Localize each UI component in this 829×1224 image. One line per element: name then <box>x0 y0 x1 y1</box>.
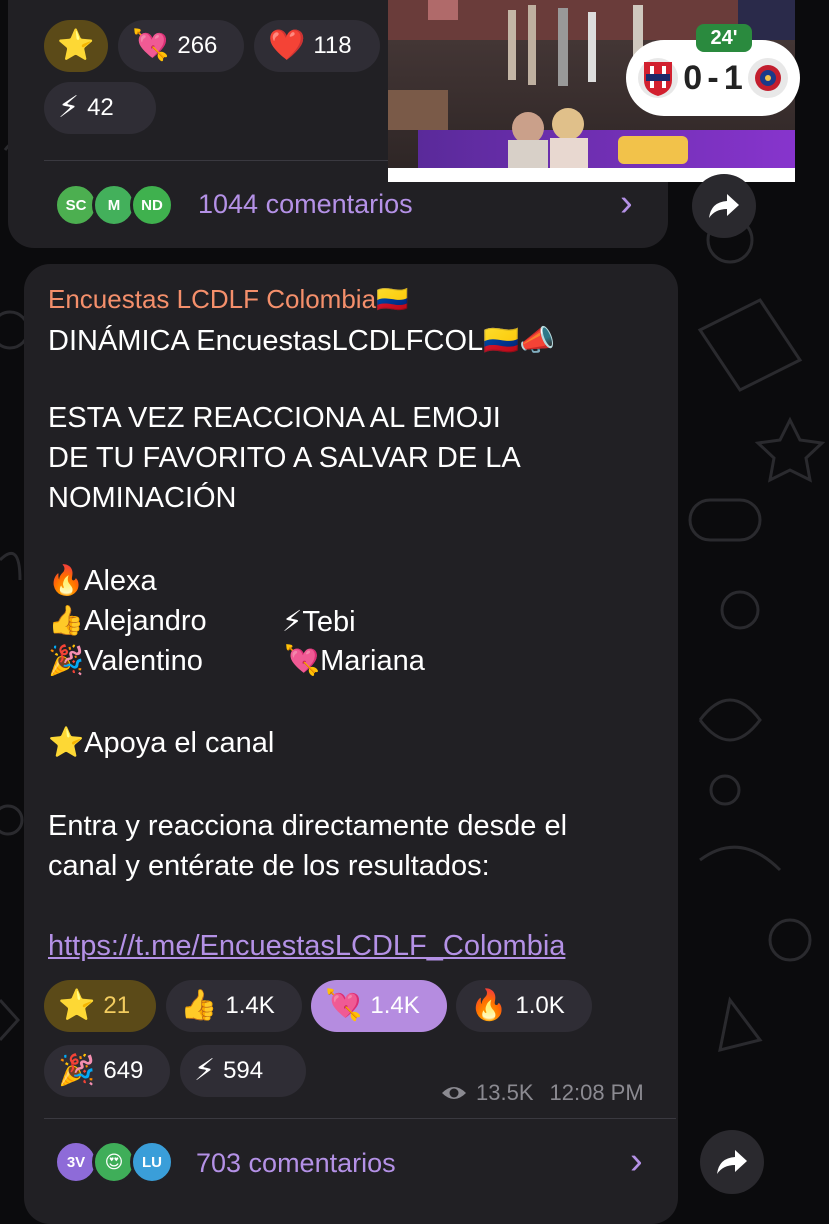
message-line: ⭐Apoya el canal <box>48 727 275 759</box>
pasto-crest-icon <box>754 65 781 91</box>
commenter-avatar: LU <box>130 1140 174 1184</box>
star-icon: ⭐ <box>57 28 95 63</box>
reaction-count: 649 <box>103 1057 144 1084</box>
divider <box>44 1118 676 1119</box>
reaction-lightning[interactable]: ⚡ 42 <box>44 82 156 134</box>
message-line: ⚡Tebi <box>282 606 356 638</box>
heart-arrow-icon: 💘 <box>325 988 363 1023</box>
chevron-right-icon: › <box>630 1140 643 1182</box>
channel-link[interactable]: https://t.me/EncuestasLCDLF_Colombia <box>48 930 565 963</box>
fire-icon: 🔥 <box>470 988 508 1023</box>
share-icon <box>709 194 739 218</box>
message-line: ESTA VEZ REACCIONA AL EMOJI <box>48 402 501 434</box>
share-button[interactable] <box>692 174 756 238</box>
sender-name[interactable]: Encuestas LCDLF Colombia🇨🇴 <box>48 284 408 315</box>
view-count: 13.5K <box>476 1080 534 1105</box>
reaction-count: 42 <box>87 94 114 121</box>
reaction-count: 118 <box>313 32 352 59</box>
lightning-icon: ⚡ <box>58 90 80 125</box>
reaction-count: 594 <box>223 1057 264 1084</box>
message-line: Entra y reacciona directamente desde el <box>48 810 568 842</box>
away-team-crest <box>747 58 788 98</box>
thumbs-up-icon: 👍 <box>180 988 218 1023</box>
reaction-count: 1.0K <box>515 992 565 1019</box>
junior-crest-icon <box>644 62 672 96</box>
chevron-right-icon: › <box>620 182 633 224</box>
message-time: 12:08 PM <box>549 1080 644 1105</box>
reaction-fire[interactable]: 🔥 1.0K <box>456 980 592 1032</box>
star-icon: ⭐ <box>58 988 96 1023</box>
message-line: 👍Alejandro <box>48 605 207 637</box>
reaction-count: 1.4K <box>225 992 275 1019</box>
comments-count: 1044 comentarios <box>198 189 413 219</box>
reaction-party[interactable]: 🎉 649 <box>44 1045 170 1097</box>
reaction-lightning[interactable]: ⚡ 594 <box>180 1045 306 1097</box>
heart-arrow-icon: 💘 <box>132 28 170 63</box>
divider <box>44 160 388 161</box>
commenter-avatar: ND <box>130 183 174 227</box>
reaction-heart[interactable]: ❤️ 118 <box>254 20 380 72</box>
reaction-count: 21 <box>103 992 131 1019</box>
message-line: 🎉Valentino <box>48 645 203 677</box>
message-line: DINÁMICA EncuestasLCDLFCOL🇨🇴📣 <box>48 325 556 357</box>
away-score: 1 <box>723 58 743 97</box>
home-team-crest <box>638 58 678 98</box>
match-minute: 24' <box>696 24 752 52</box>
reaction-heart-arrow[interactable]: 💘 1.4K <box>311 980 447 1032</box>
party-popper-icon: 🎉 <box>58 1053 96 1088</box>
message-line: 💘Mariana <box>284 645 425 677</box>
red-heart-icon: ❤️ <box>268 28 306 63</box>
share-icon <box>717 1150 747 1174</box>
comments-row[interactable]: 3V 😍 LU 703 comentarios › <box>40 1128 670 1198</box>
comments-row[interactable]: SC M ND 1044 comentarios › <box>40 168 660 242</box>
lightning-icon: ⚡ <box>194 1053 216 1088</box>
reaction-thumbs-up[interactable]: 👍 1.4K <box>166 980 302 1032</box>
comments-count: 703 comentarios <box>196 1148 396 1178</box>
eye-icon <box>442 1087 466 1099</box>
reaction-count: 1.4K <box>370 992 420 1019</box>
message-line: canal y entérate de los resultados: <box>48 850 490 882</box>
reaction-star[interactable]: ⭐ <box>44 20 108 72</box>
score-separator: - <box>707 58 719 97</box>
message-meta: 13.5K 12:08 PM <box>440 1080 644 1106</box>
message-line: 🔥Alexa <box>48 565 157 597</box>
reaction-heart-arrow[interactable]: 💘 266 <box>118 20 244 72</box>
share-button[interactable] <box>700 1130 764 1194</box>
reaction-count: 266 <box>177 32 218 59</box>
message-line: DE TU FAVORITO A SALVAR DE LA <box>48 442 521 474</box>
home-score: 0 <box>683 58 703 97</box>
message-line: NOMINACIÓN <box>48 482 237 514</box>
reaction-star[interactable]: ⭐ 21 <box>44 980 156 1032</box>
